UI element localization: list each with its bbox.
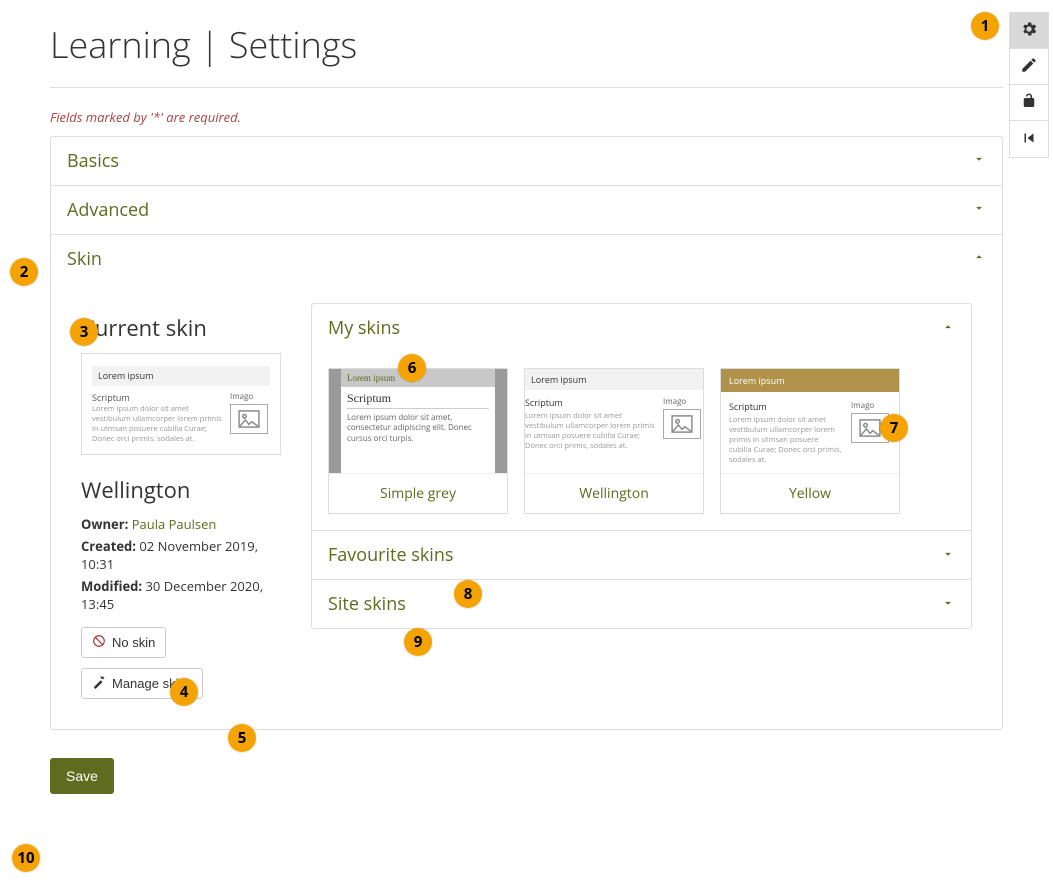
callout-8: 8 — [454, 580, 482, 608]
gears-icon — [1020, 20, 1038, 41]
skin-card-simple-grey[interactable]: Lorem ipsum Scriptum Lorem ipsum dolor s… — [328, 368, 508, 514]
chevron-down-icon — [972, 152, 986, 171]
current-skin-meta: Owner: Paula Paulsen Created: 02 Novembe… — [81, 515, 281, 613]
page-side-toolbar — [1009, 12, 1049, 158]
accordion-label: Advanced — [67, 198, 149, 222]
accordion-header-advanced[interactable]: Advanced — [51, 186, 1002, 234]
chevron-up-icon — [972, 250, 986, 269]
skin-card-yellow[interactable]: Lorem ipsum Scriptum Lorem ipsum dolor s… — [720, 368, 900, 514]
callout-5: 5 — [228, 724, 256, 752]
no-skin-button[interactable]: No skin — [81, 627, 166, 658]
callout-10: 10 — [12, 844, 40, 872]
callout-6: 6 — [398, 354, 426, 382]
accordion-header-basics[interactable]: Basics — [51, 137, 1002, 185]
step-backward-icon — [1020, 129, 1038, 150]
chevron-up-icon — [941, 316, 955, 340]
return-tool-button[interactable] — [1010, 121, 1048, 157]
sub-accordion-header-my-skins[interactable]: My skins — [312, 304, 971, 352]
skin-card-wellington[interactable]: Lorem ipsum Scriptum Lorem ipsum dolor s… — [524, 368, 704, 514]
sub-accordion-header-site-skins[interactable]: Site skins — [312, 580, 971, 628]
skin-preview: Lorem ipsum Scriptum Lorem ipsum dolor s… — [525, 369, 703, 473]
image-placeholder-icon — [663, 409, 701, 439]
callout-3: 3 — [70, 318, 98, 346]
unlock-icon — [1020, 92, 1038, 113]
required-fields-note: Fields marked by '*' are required. — [50, 108, 1003, 126]
skin-card-label: Wellington — [525, 473, 703, 513]
save-button[interactable]: Save — [50, 758, 114, 794]
sub-accordion-header-favourite-skins[interactable]: Favourite skins — [312, 531, 971, 579]
pencil-icon — [1020, 56, 1038, 77]
accordion-header-skin[interactable]: Skin — [51, 235, 1002, 283]
callout-1: 1 — [971, 12, 999, 40]
skin-card-label: Yellow — [721, 473, 899, 513]
page-title: Learning | Settings — [50, 20, 1003, 69]
callout-2: 2 — [10, 258, 38, 286]
current-skin-name: Wellington — [81, 475, 281, 505]
page-divider — [50, 87, 1003, 88]
ban-icon — [92, 634, 106, 651]
callout-4: 4 — [170, 678, 198, 706]
image-placeholder-icon — [230, 404, 268, 434]
lock-tool-button[interactable] — [1010, 85, 1048, 121]
edit-tool-button[interactable] — [1010, 49, 1048, 85]
skin-preview: Lorem ipsum Scriptum Lorem ipsum dolor s… — [329, 369, 507, 473]
skin-preview: Lorem ipsum Scriptum Lorem ipsum dolor s… — [721, 369, 899, 473]
current-skin-heading: Current skin — [81, 313, 281, 343]
accordion-label: Skin — [67, 247, 102, 271]
preview-title-bar: Lorem ipsum — [92, 366, 270, 386]
settings-tool-button[interactable] — [1010, 13, 1048, 49]
callout-7: 7 — [880, 414, 908, 442]
current-skin-thumbnail: Lorem ipsum Scriptum Lorem ipsum dolor s… — [81, 353, 281, 455]
settings-accordion: Basics Advanced Skin — [50, 136, 1003, 730]
skin-card-label: Simple grey — [329, 473, 507, 513]
skin-panel: Current skin Lorem ipsum Scriptum Lorem … — [51, 283, 1002, 729]
callout-9: 9 — [404, 628, 432, 656]
skins-sub-accordion: My skins — [311, 303, 972, 629]
chevron-down-icon — [941, 592, 955, 616]
chevron-down-icon — [972, 201, 986, 220]
magic-icon — [92, 675, 106, 692]
accordion-label: Basics — [67, 149, 119, 173]
chevron-down-icon — [941, 543, 955, 567]
